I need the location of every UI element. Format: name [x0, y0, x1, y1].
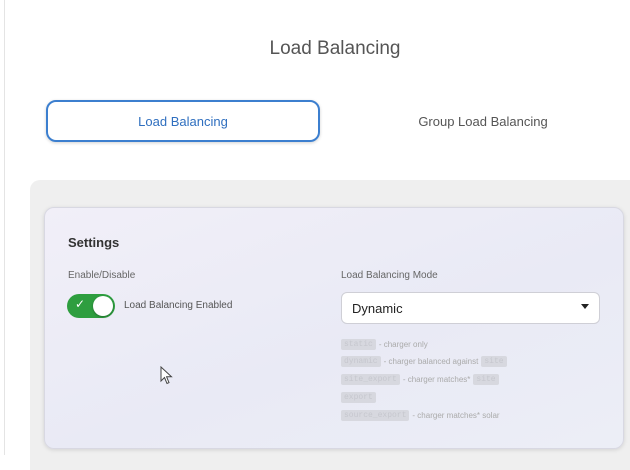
mode-select-value: Dynamic — [352, 300, 403, 316]
help-text: - charger balanced against — [383, 357, 479, 366]
help-code: export — [341, 392, 376, 403]
help-text: - charger only — [378, 340, 428, 349]
help-line-site-export: site_export - charger matches* site — [341, 374, 499, 385]
mode-label: Load Balancing Mode — [341, 270, 438, 281]
help-line-export: export — [341, 392, 376, 403]
page-title: Load Balancing — [269, 38, 401, 59]
help-code: static — [341, 339, 376, 350]
help-code: dynamic — [341, 356, 381, 367]
load-balancing-toggle[interactable]: ✓ — [67, 294, 115, 318]
toggle-knob — [93, 296, 113, 316]
help-line-source-export: source_export - charger matches* solar — [341, 410, 500, 421]
help-text: - charger matches* — [402, 375, 471, 384]
settings-card — [44, 207, 624, 449]
left-border — [4, 0, 5, 455]
help-code: source_export — [341, 410, 410, 421]
mouse-cursor-icon — [160, 366, 173, 385]
help-code: site — [481, 356, 507, 367]
tab-group-load-balancing[interactable]: Group Load Balancing — [345, 100, 621, 142]
help-line-static: static - charger only — [341, 339, 428, 350]
tab-load-balancing[interactable]: Load Balancing — [46, 100, 320, 142]
settings-heading: Settings — [68, 235, 120, 250]
toggle-label: Load Balancing Enabled — [124, 300, 233, 311]
check-icon: ✓ — [75, 297, 86, 311]
help-line-dynamic: dynamic - charger balanced against site — [341, 356, 507, 367]
help-code: site — [473, 374, 499, 385]
tab-label: Load Balancing — [138, 113, 228, 129]
mode-select[interactable]: Dynamic — [341, 292, 600, 324]
enable-disable-label: Enable/Disable — [68, 270, 136, 281]
tab-label: Group Load Balancing — [418, 113, 548, 129]
help-text: - charger matches* solar — [412, 411, 500, 420]
chevron-down-icon — [581, 304, 589, 309]
help-code: site_export — [341, 374, 400, 385]
